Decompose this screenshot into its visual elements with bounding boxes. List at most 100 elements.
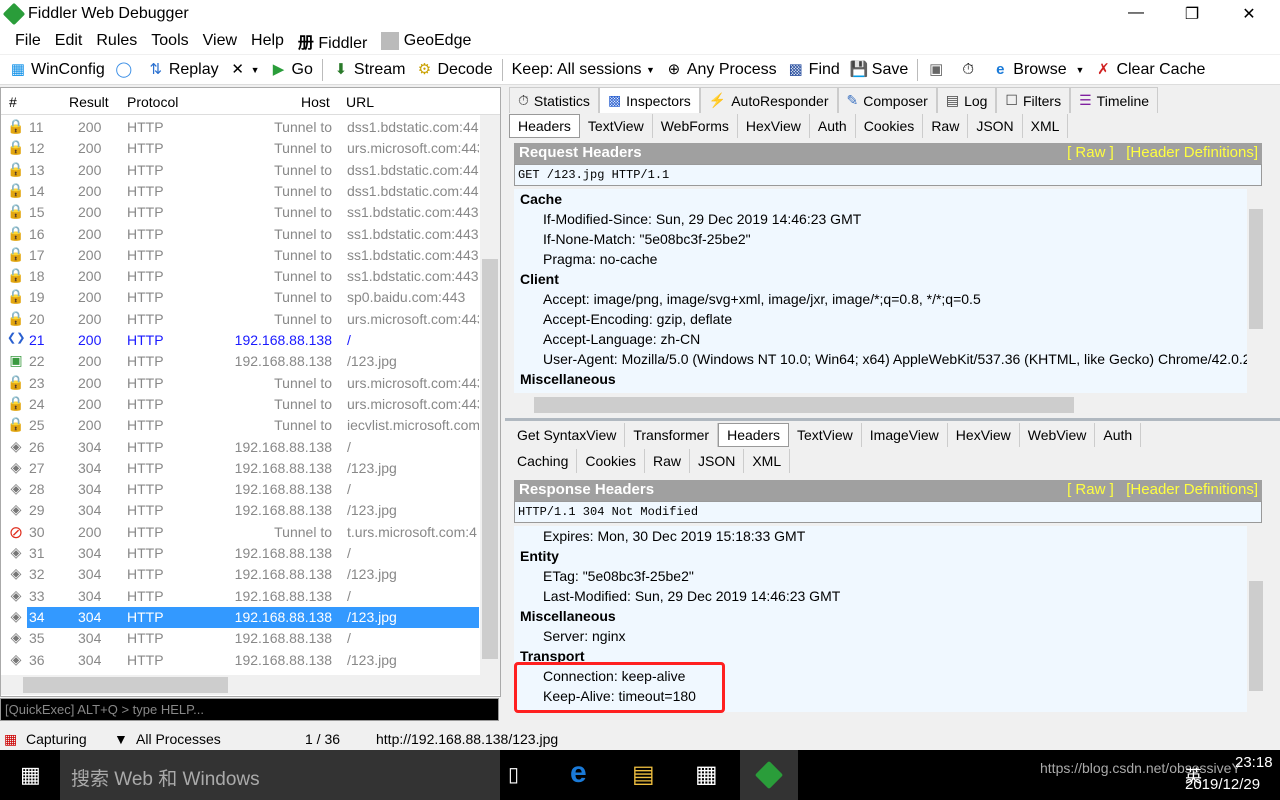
tab-json[interactable]: JSON [968, 114, 1023, 138]
session-row[interactable]: ◈ 34 304 HTTP 192.168.88.138/123.jpg [1, 606, 479, 628]
column-number[interactable]: # [9, 94, 17, 110]
session-row[interactable]: ◈ 35 304 HTTP 192.168.88.138 / [1, 628, 479, 649]
winconfig-button[interactable]: ▦ WinConfig [4, 61, 110, 79]
splitter[interactable] [505, 418, 1280, 421]
header-line[interactable]: Accept-Encoding: gzip, deflate [514, 309, 1247, 329]
session-row[interactable]: 🔒 13 200 HTTP Tunnel to dss1.bdstatic.com:443 [1, 160, 479, 181]
session-list-horizontal-scrollbar[interactable] [1, 675, 500, 695]
header-definitions-link[interactable]: [Header Definitions] [1126, 144, 1258, 161]
session-row[interactable]: ◈ 27 304 HTTP 192.168.88.138/123.jpg [1, 458, 479, 479]
fiddler-taskbar-button[interactable] [740, 750, 798, 800]
maximize-button[interactable]: ❐ [1169, 4, 1215, 24]
session-row[interactable]: ◈ 36 304 HTTP 192.168.88.138/123.jpg [1, 650, 479, 671]
edge-icon[interactable]: e [570, 756, 587, 790]
session-row[interactable]: 🔒 14 200 HTTP Tunnel to dss1.bdstatic.com:443 [1, 181, 479, 202]
tab-statistics[interactable]: ⏱ Statistics [509, 87, 599, 113]
header-line[interactable]: If-Modified-Since: Sun, 29 Dec 2019 14:4… [514, 209, 1247, 229]
session-row[interactable]: ◈ 32 304 HTTP 192.168.88.138/123.jpg [1, 564, 479, 585]
session-row[interactable]: 🔒 16 200 HTTP Tunnel to ss1.bdstatic.com:443 [1, 224, 479, 245]
header-definitions-link[interactable]: [Header Definitions] [1126, 481, 1258, 498]
clock-date[interactable]: 2019/12/29 [1185, 776, 1260, 793]
tab-timeline[interactable]: ☰ Timeline [1070, 87, 1159, 113]
request-vertical-scrollbar[interactable] [1248, 189, 1264, 393]
save-button[interactable]: 💾 Save [845, 61, 913, 79]
tab-hexview[interactable]: HexView [948, 423, 1020, 447]
replay-button[interactable]: ⇅ Replay [142, 61, 224, 79]
tab-get-syntaxview[interactable]: Get SyntaxView [509, 423, 626, 447]
windows-start-icon[interactable]: ▦ [20, 762, 41, 788]
column-protocol[interactable]: Protocol [127, 94, 178, 110]
session-row[interactable]: 🔒 24 200 HTTP Tunnel to urs.microsoft.com:443 [1, 394, 479, 415]
header-line[interactable]: Accept: image/png, image/svg+xml, image/… [514, 289, 1247, 309]
tab-transformer[interactable]: Transformer [625, 423, 719, 447]
header-line[interactable]: Pragma: no-cache [514, 249, 1247, 269]
menu-fiddler[interactable]: 册 Fiddler [291, 29, 374, 53]
tab-json[interactable]: JSON [690, 449, 745, 473]
tab-textview[interactable]: TextView [789, 423, 862, 447]
tab-hexview[interactable]: HexView [738, 114, 810, 138]
tab-raw[interactable]: Raw [645, 449, 690, 473]
header-group-client[interactable]: Client [514, 269, 1247, 289]
menu-help[interactable]: Help [244, 32, 291, 50]
session-row[interactable]: 🔒 12 200 HTTP Tunnel to urs.microsoft.com:443 [1, 138, 479, 159]
menu-file[interactable]: File [8, 32, 48, 50]
header-line[interactable]: Last-Modified: Sun, 29 Dec 2019 14:46:23… [514, 586, 1247, 606]
tab-auth[interactable]: Auth [1095, 423, 1142, 447]
session-row[interactable]: ▣ 22 200 HTTP 192.168.88.138/123.jpg [1, 351, 479, 372]
session-row[interactable]: ◈ 26 304 HTTP 192.168.88.138 / [1, 437, 479, 458]
header-line[interactable]: ETag: "5e08bc3f-25be2" [514, 566, 1247, 586]
session-row[interactable]: ⊘ 30 200 HTTP Tunnel to t.urs.microsoft.com:4 [1, 522, 479, 543]
menu-tools[interactable]: Tools [144, 32, 195, 50]
keep-sessions-dropdown[interactable]: Keep: All sessions ▼ [507, 61, 660, 79]
capturing-toggle[interactable]: Capturing [26, 731, 87, 747]
tab-imageview[interactable]: ImageView [862, 423, 948, 447]
request-horizontal-scrollbar[interactable] [514, 395, 1264, 415]
scroll-thumb[interactable] [1249, 581, 1263, 691]
minimize-button[interactable]: — [1113, 4, 1159, 22]
header-line[interactable]: User-Agent: Mozilla/5.0 (Windows NT 10.0… [514, 349, 1247, 369]
tab-caching[interactable]: Caching [509, 449, 578, 473]
tab-raw[interactable]: Raw [923, 114, 969, 138]
quickexec-input[interactable]: [QuickExec] ALT+Q > type HELP... [0, 698, 499, 721]
search-box[interactable]: 搜索 Web 和 Windows [60, 750, 500, 800]
tab-headers[interactable]: Headers [718, 423, 789, 447]
tab-webview[interactable]: WebView [1020, 423, 1096, 447]
file-explorer-icon[interactable]: ▤ [632, 760, 655, 789]
session-row[interactable]: ◈ 28 304 HTTP 192.168.88.138 / [1, 479, 479, 500]
column-url[interactable]: URL [346, 94, 374, 110]
close-button[interactable]: ✕ [1226, 4, 1272, 24]
session-row[interactable]: ◈ 33 304 HTTP 192.168.88.138 / [1, 586, 479, 607]
tab-cookies[interactable]: Cookies [856, 114, 924, 138]
session-row[interactable]: 🔒 20 200 HTTP Tunnel to urs.microsoft.com:443 [1, 309, 479, 330]
tab-textview[interactable]: TextView [580, 114, 653, 138]
tab-filters[interactable]: ☐ Filters [996, 87, 1071, 113]
scroll-thumb[interactable] [534, 397, 1074, 413]
decode-button[interactable]: ⚙ Decode [410, 61, 497, 79]
header-line[interactable]: If-None-Match: "5e08bc3f-25be2" [514, 229, 1247, 249]
tab-webforms[interactable]: WebForms [653, 114, 738, 138]
session-row[interactable]: 🔒 18 200 HTTP Tunnel to ss1.bdstatic.com:443 [1, 266, 479, 287]
response-vertical-scrollbar[interactable] [1248, 526, 1264, 712]
browse-button[interactable]: e Browse ▼ [986, 61, 1089, 79]
tab-auth[interactable]: Auth [810, 114, 856, 138]
session-row[interactable]: 🔒 23 200 HTTP Tunnel to urs.microsoft.com:443 [1, 373, 479, 394]
session-row[interactable]: ❮❯ 21 200 HTTP 192.168.88.138 / [1, 330, 479, 351]
tab-log[interactable]: ▤ Log [936, 87, 997, 113]
session-row[interactable]: 🔒 17 200 HTTP Tunnel to ss1.bdstatic.com:443 [1, 245, 479, 266]
clock-time[interactable]: 23:18 [1235, 754, 1273, 771]
clear-cache-button[interactable]: ✗ Clear Cache [1089, 61, 1210, 79]
screenshot-button[interactable]: ▣ [922, 61, 954, 79]
process-filter[interactable]: All Processes [136, 731, 221, 747]
comment-button[interactable]: ◯ [110, 61, 142, 79]
session-row[interactable]: 🔒 11 200 HTTP Tunnel to dss1.bdstatic.com:443 [1, 117, 479, 138]
raw-link[interactable]: [ Raw ] [1067, 144, 1114, 161]
tab-cookies[interactable]: Cookies [577, 449, 645, 473]
find-button[interactable]: ▩ Find [782, 61, 845, 79]
go-button[interactable]: ▶ Go [265, 61, 318, 79]
menu-view[interactable]: View [196, 32, 244, 50]
header-group-miscellaneous[interactable]: Miscellaneous [514, 606, 1247, 626]
header-group-miscellaneous[interactable]: Miscellaneous [514, 369, 1247, 389]
scroll-thumb[interactable] [482, 259, 498, 659]
scroll-thumb[interactable] [23, 677, 228, 693]
tab-composer[interactable]: ✎ Composer [837, 87, 937, 113]
